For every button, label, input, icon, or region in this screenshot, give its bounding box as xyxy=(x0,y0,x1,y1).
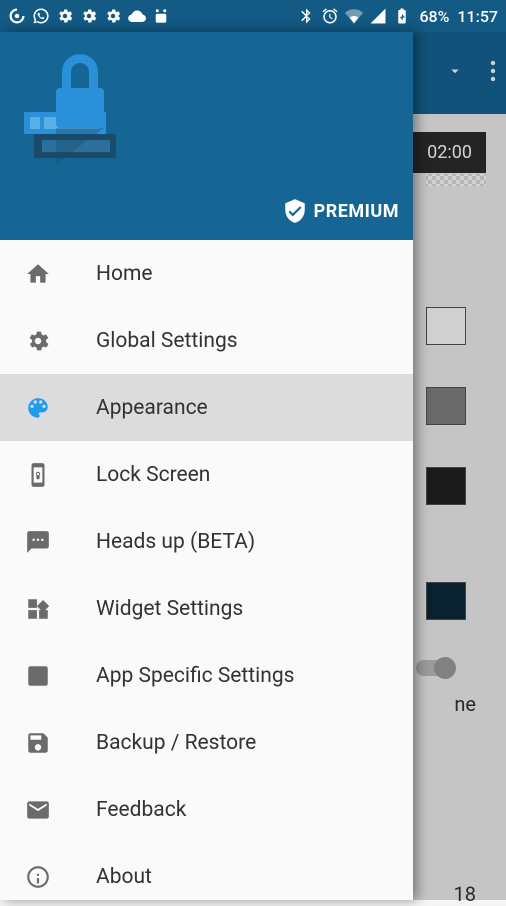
drawer-item-app-specific[interactable]: App Specific Settings xyxy=(0,642,413,709)
widgets-icon xyxy=(24,595,52,623)
pocketcasts-icon xyxy=(8,7,26,25)
drawer-item-label: Global Settings xyxy=(96,329,238,353)
drawer-header: PREMIUM xyxy=(0,32,413,240)
drawer-item-backup-restore[interactable]: Backup / Restore xyxy=(0,709,413,776)
phone-lock-icon xyxy=(24,461,52,489)
gear-icon xyxy=(80,7,98,25)
drawer-item-label: Widget Settings xyxy=(96,597,243,621)
drawer-list: Home Global Settings Appearance Lock Scr… xyxy=(0,240,413,900)
save-icon xyxy=(24,729,52,757)
signal-icon xyxy=(369,7,387,25)
drawer-item-appearance[interactable]: Appearance xyxy=(0,374,413,441)
home-icon xyxy=(24,260,52,288)
palette-icon xyxy=(24,394,52,422)
battery-percent: 68% xyxy=(419,7,449,26)
drawer-item-label: Heads up (BETA) xyxy=(96,530,255,554)
drawer-item-label: Backup / Restore xyxy=(96,731,256,755)
drawer-item-heads-up[interactable]: Heads up (BETA) xyxy=(0,508,413,575)
navigation-drawer: PREMIUM Home Global Settings Appearance … xyxy=(0,32,413,900)
message-icon xyxy=(24,528,52,556)
premium-badge: PREMIUM xyxy=(282,198,399,224)
bluetooth-icon xyxy=(297,7,315,25)
mail-icon xyxy=(24,796,52,824)
drawer-item-about[interactable]: About xyxy=(0,843,413,900)
drawer-item-global-settings[interactable]: Global Settings xyxy=(0,307,413,374)
drawer-item-label: Lock Screen xyxy=(96,463,210,487)
drawer-item-label: Feedback xyxy=(96,798,186,822)
premium-label: PREMIUM xyxy=(314,201,399,222)
status-left-icons xyxy=(8,7,170,25)
app-logo-icon xyxy=(16,52,136,172)
drawer-item-lock-screen[interactable]: Lock Screen xyxy=(0,441,413,508)
drawer-item-label: App Specific Settings xyxy=(96,664,295,688)
wifi-icon xyxy=(345,7,363,25)
status-right-icons: 68% 11:57 xyxy=(297,7,498,26)
clock: 11:57 xyxy=(457,7,498,26)
battery-icon xyxy=(393,7,411,25)
whatsapp-icon xyxy=(32,7,50,25)
drawer-item-widget-settings[interactable]: Widget Settings xyxy=(0,575,413,642)
shield-check-icon xyxy=(282,198,308,224)
gear-icon xyxy=(24,327,52,355)
app-settings-icon xyxy=(24,662,52,690)
cyanogen-icon xyxy=(152,7,170,25)
drawer-item-label: Home xyxy=(96,262,153,286)
drawer-item-label: About xyxy=(96,865,152,889)
drawer-item-feedback[interactable]: Feedback xyxy=(0,776,413,843)
status-bar: 68% 11:57 xyxy=(0,0,506,32)
drawer-item-home[interactable]: Home xyxy=(0,240,413,307)
info-icon xyxy=(24,863,52,891)
gear-icon xyxy=(56,7,74,25)
gear-icon xyxy=(104,7,122,25)
alarm-icon xyxy=(321,7,339,25)
drawer-item-label: Appearance xyxy=(96,396,208,420)
cloud-icon xyxy=(128,7,146,25)
